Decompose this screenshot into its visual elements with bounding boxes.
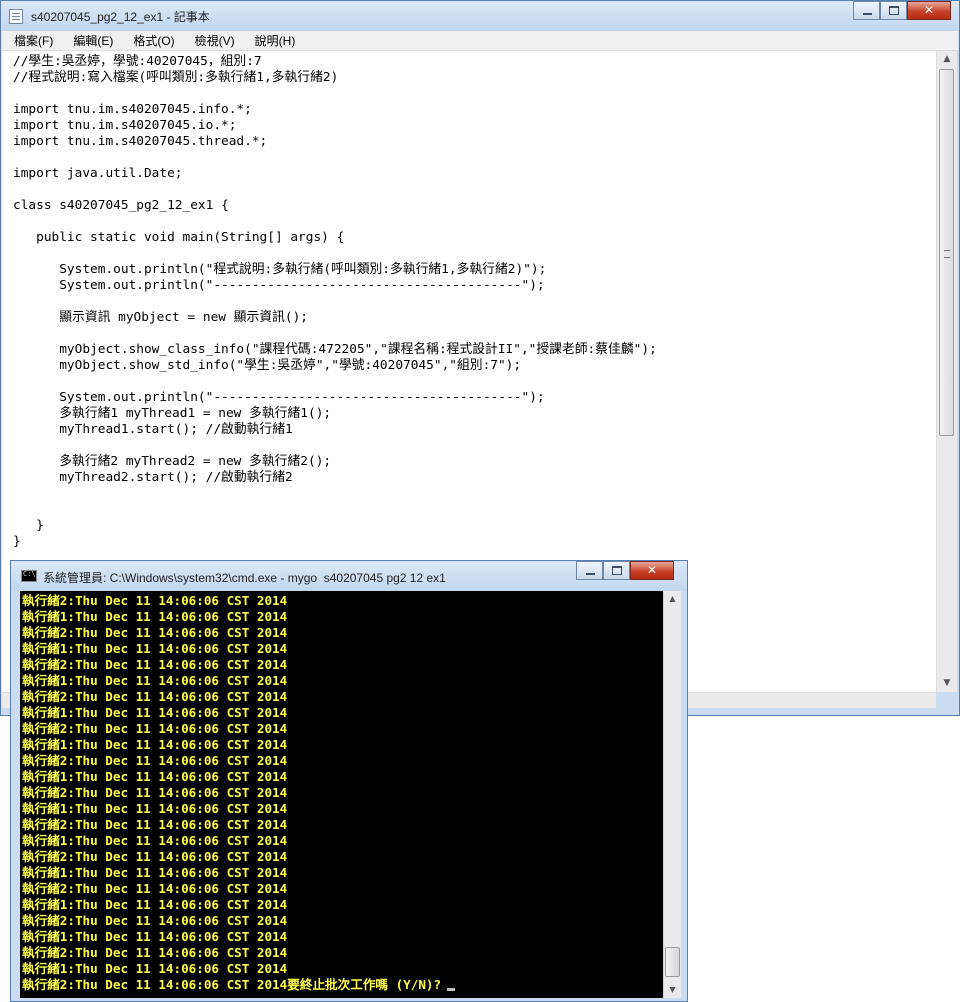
console-line: 執行緒1:Thu Dec 11 14:06:06 CST 2014 xyxy=(22,769,288,784)
console-line: 執行緒2:Thu Dec 11 14:06:06 CST 2014 xyxy=(22,913,288,928)
console-line: 執行緒2:Thu Dec 11 14:06:06 CST 2014 xyxy=(22,625,288,640)
cmd-icon: C:\ xyxy=(21,570,37,582)
code-line: import tnu.im.s40207045.thread.*; xyxy=(13,134,268,149)
code-line: 多執行緒1 myThread1 = new 多執行緒1(); xyxy=(13,406,332,421)
source-code: //學生:吳丞婷，學號:40207045，組別:7//程式說明:寫入檔案(呼叫類… xyxy=(2,51,936,550)
console-line: 執行緒1:Thu Dec 11 14:06:06 CST 2014 xyxy=(22,865,288,880)
code-line: import java.util.Date; xyxy=(13,166,183,181)
console-line: 執行緒1:Thu Dec 11 14:06:06 CST 2014 xyxy=(22,801,288,816)
code-line: System.out.println("程式說明:多執行緒(呼叫類別:多執行緒1… xyxy=(13,262,547,277)
console-line: 執行緒2:Thu Dec 11 14:06:06 CST 2014 xyxy=(22,721,288,736)
code-line: //程式說明:寫入檔案(呼叫類別:多執行緒1,多執行緒2) xyxy=(13,70,339,85)
notepad-titlebar[interactable]: s40207045_pg2_12_ex1 - 記事本 xyxy=(1,1,959,31)
scroll-up-arrow-icon[interactable]: ▲ xyxy=(664,591,681,607)
code-line: 顯示資訊 myObject = new 顯示資訊(); xyxy=(13,310,308,325)
close-icon[interactable] xyxy=(907,1,951,20)
console-line: 執行緒1:Thu Dec 11 14:06:06 CST 2014 xyxy=(22,705,288,720)
console-line: 執行緒2:Thu Dec 11 14:06:06 CST 2014 xyxy=(22,817,288,832)
code-line: 多執行緒2 myThread2 = new 多執行緒2(); xyxy=(13,454,332,469)
console-line: 執行緒1:Thu Dec 11 14:06:06 CST 2014 xyxy=(22,609,288,624)
code-line: myObject.show_class_info("課程代碼:472205","… xyxy=(13,342,657,357)
scroll-down-arrow-icon[interactable]: ▼ xyxy=(664,982,681,998)
code-line: import tnu.im.s40207045.io.*; xyxy=(13,118,237,133)
menu-bar: 檔案(F) 編輯(E) 格式(O) 檢視(V) 說明(H) xyxy=(2,31,958,51)
menu-help[interactable]: 說明(H) xyxy=(243,32,304,49)
code-line: System.out.println("--------------------… xyxy=(13,278,545,293)
batch-terminate-prompt: 要終止批次工作嗎 (Y/N)? xyxy=(287,977,442,992)
console-line: 執行緒1:Thu Dec 11 14:06:06 CST 2014 xyxy=(22,961,288,976)
menu-file[interactable]: 檔案(F) xyxy=(2,32,61,49)
notepad-icon xyxy=(9,9,23,24)
text-cursor xyxy=(447,988,456,991)
console-last-output: 執行緒2:Thu Dec 11 14:06:06 CST 2014 xyxy=(22,977,288,992)
console-text: 執行緒2:Thu Dec 11 14:06:06 CST 2014 執行緒1:Th… xyxy=(20,591,663,993)
console-title: 系統管理員: C:\Windows\system32\cmd.exe - myg… xyxy=(43,571,446,585)
console-scroll-thumb[interactable] xyxy=(665,947,680,977)
vertical-scrollbar[interactable]: ▲ ▼ xyxy=(936,51,957,692)
code-line: myThread2.start(); //啟動執行緒2 xyxy=(13,470,293,485)
code-line: myObject.show_std_info("學生:吳丞婷","學號:4020… xyxy=(13,358,522,373)
minimize-icon[interactable] xyxy=(576,561,603,580)
code-line: //學生:吳丞婷，學號:40207045，組別:7 xyxy=(13,54,262,69)
scroll-down-arrow-icon[interactable]: ▼ xyxy=(937,675,957,692)
code-line: myThread1.start(); //啟動執行緒1 xyxy=(13,422,293,437)
console-line: 執行緒2:Thu Dec 11 14:06:06 CST 2014 xyxy=(22,593,288,608)
console-scrollbar[interactable]: ▲ ▼ xyxy=(663,591,681,998)
code-line: import tnu.im.s40207045.info.*; xyxy=(13,102,252,117)
console-window: C:\ 系統管理員: C:\Windows\system32\cmd.exe -… xyxy=(10,560,688,1002)
console-line: 執行緒2:Thu Dec 11 14:06:06 CST 2014 xyxy=(22,753,288,768)
maximize-icon[interactable] xyxy=(603,561,630,580)
notepad-title: s40207045_pg2_12_ex1 - 記事本 xyxy=(31,10,210,24)
console-line: 執行緒1:Thu Dec 11 14:06:06 CST 2014 xyxy=(22,641,288,656)
code-line: System.out.println("--------------------… xyxy=(13,390,545,405)
minimize-icon[interactable] xyxy=(853,1,880,20)
console-titlebar[interactable]: C:\ 系統管理員: C:\Windows\system32\cmd.exe -… xyxy=(11,561,687,591)
code-line: } xyxy=(13,518,44,533)
menu-view[interactable]: 檢視(V) xyxy=(183,32,243,49)
close-icon[interactable] xyxy=(630,561,674,580)
console-line: 執行緒1:Thu Dec 11 14:06:06 CST 2014 xyxy=(22,737,288,752)
code-line: public static void main(String[] args) { xyxy=(13,230,345,245)
console-line: 執行緒2:Thu Dec 11 14:06:06 CST 2014 xyxy=(22,881,288,896)
console-line: 執行緒1:Thu Dec 11 14:06:06 CST 2014 xyxy=(22,897,288,912)
menu-edit[interactable]: 編輯(E) xyxy=(61,32,121,49)
console-line: 執行緒1:Thu Dec 11 14:06:06 CST 2014 xyxy=(22,929,288,944)
scroll-thumb[interactable] xyxy=(939,69,954,436)
console-line: 執行緒2:Thu Dec 11 14:06:06 CST 2014 xyxy=(22,689,288,704)
console-line: 執行緒2:Thu Dec 11 14:06:06 CST 2014 xyxy=(22,849,288,864)
code-line: } xyxy=(13,534,21,549)
scroll-up-arrow-icon[interactable]: ▲ xyxy=(937,51,957,68)
console-output[interactable]: 執行緒2:Thu Dec 11 14:06:06 CST 2014 執行緒1:Th… xyxy=(20,591,663,998)
console-line: 執行緒2:Thu Dec 11 14:06:06 CST 2014 xyxy=(22,785,288,800)
code-line: class s40207045_pg2_12_ex1 { xyxy=(13,198,229,213)
console-line: 執行緒1:Thu Dec 11 14:06:06 CST 2014 xyxy=(22,673,288,688)
console-line: 執行緒1:Thu Dec 11 14:06:06 CST 2014 xyxy=(22,833,288,848)
console-prompt-line: 執行緒2:Thu Dec 11 14:06:06 CST 2014要終止批次工作… xyxy=(22,977,663,993)
console-line: 執行緒2:Thu Dec 11 14:06:06 CST 2014 xyxy=(22,657,288,672)
menu-format[interactable]: 格式(O) xyxy=(121,32,182,49)
maximize-icon[interactable] xyxy=(880,1,907,20)
console-line: 執行緒2:Thu Dec 11 14:06:06 CST 2014 xyxy=(22,945,288,960)
